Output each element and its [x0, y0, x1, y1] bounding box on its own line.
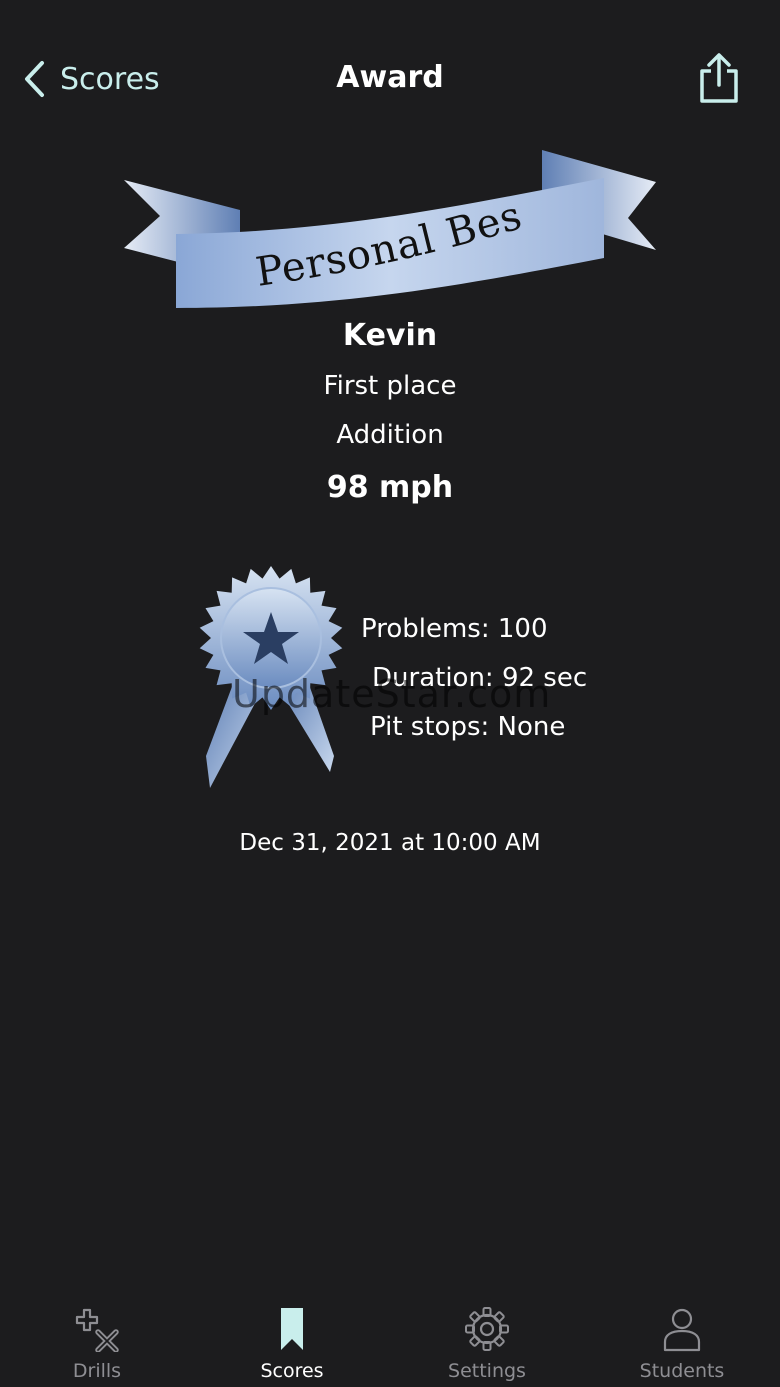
tab-scores-label: Scores — [260, 1360, 324, 1382]
speed-value: 98 mph — [326, 470, 454, 505]
gear-icon — [465, 1307, 509, 1351]
bookmark-icon — [281, 1308, 303, 1350]
watermark: UpdateStar.com — [232, 672, 552, 716]
share-button[interactable] — [696, 52, 742, 104]
tab-bar: Drills Scores Settings Students — [0, 1290, 780, 1387]
pit-stops-stat: Pit stops: None — [370, 712, 566, 742]
problems-stat: Problems: 100 — [361, 614, 548, 644]
tab-drills[interactable]: Drills — [17, 1306, 177, 1387]
share-icon — [700, 53, 738, 103]
award-date: Dec 31, 2021 at 10:00 AM — [239, 830, 541, 856]
plus-times-icon — [75, 1308, 119, 1352]
tab-drills-label: Drills — [72, 1360, 122, 1382]
tab-settings-label: Settings — [448, 1360, 526, 1382]
award-screen: Scores Award Personal Bes Kevin First pl… — [0, 0, 780, 1387]
tab-students-label: Students — [639, 1360, 725, 1382]
page-title: Award — [336, 60, 444, 95]
place-text: First place — [323, 371, 457, 401]
tab-students[interactable]: Students — [602, 1306, 762, 1387]
student-name: Kevin — [342, 318, 438, 353]
person-icon — [663, 1308, 701, 1352]
personal-best-ribbon: Personal Best — [118, 146, 656, 308]
tab-settings[interactable]: Settings — [407, 1306, 567, 1387]
tab-scores[interactable]: Scores — [212, 1306, 372, 1387]
drill-type: Addition — [336, 420, 444, 450]
